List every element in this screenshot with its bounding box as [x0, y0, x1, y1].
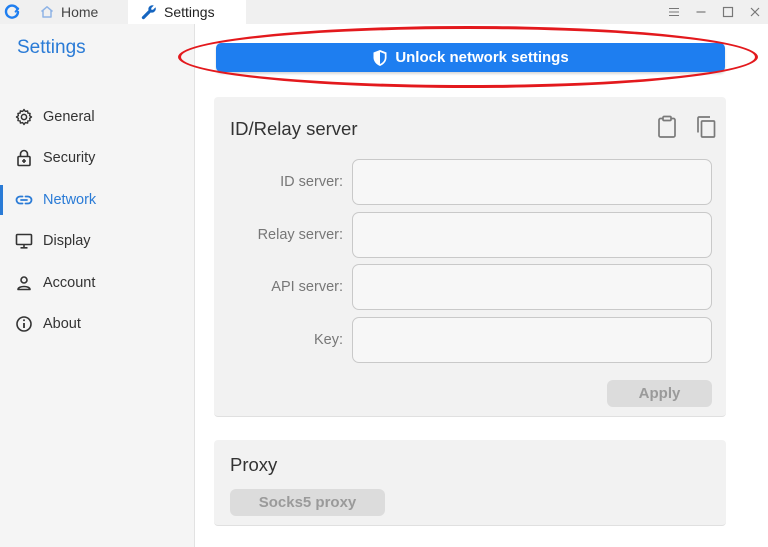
- sidebar-item-security[interactable]: Security: [0, 138, 195, 180]
- id-server-label: ID server:: [280, 174, 343, 190]
- sidebar-item-label: Security: [43, 150, 96, 167]
- sidebar-item-label: Display: [43, 233, 91, 250]
- lock-icon: [15, 149, 33, 167]
- sidebar-item-label: About: [43, 316, 81, 333]
- sidebar-item-label: General: [43, 108, 95, 125]
- socks5-proxy-button[interactable]: Socks5 proxy: [230, 489, 385, 516]
- id-server-row: ID server:: [214, 159, 726, 205]
- shield-icon: [372, 49, 388, 67]
- sidebar: Settings General Security Network Displa…: [0, 24, 195, 547]
- sidebar-item-label: Network: [43, 191, 97, 208]
- card-title: ID/Relay server: [230, 118, 358, 139]
- app-logo-icon: [4, 4, 20, 20]
- unlock-network-settings-button[interactable]: Unlock network settings: [216, 43, 725, 72]
- id-relay-server-card: ID/Relay server ID server: Relay server:…: [214, 97, 726, 417]
- relay-server-input[interactable]: [352, 212, 712, 258]
- monitor-icon: [15, 232, 33, 250]
- close-icon[interactable]: [741, 0, 768, 24]
- person-icon: [15, 274, 33, 292]
- sidebar-item-display[interactable]: Display: [0, 221, 195, 263]
- home-icon: [40, 5, 54, 19]
- proxy-card: Proxy Socks5 proxy: [214, 440, 726, 526]
- sidebar-item-label: Account: [43, 274, 96, 291]
- relay-server-row: Relay server:: [214, 212, 726, 258]
- sidebar-item-about[interactable]: About: [0, 304, 195, 346]
- title-bar: Home Settings: [0, 0, 768, 24]
- key-row: Key:: [214, 317, 726, 363]
- unlock-button-label: Unlock network settings: [395, 49, 569, 66]
- sidebar-title: Settings: [17, 37, 86, 58]
- info-icon: [15, 315, 33, 333]
- id-server-input[interactable]: [352, 159, 712, 205]
- card-title: Proxy: [230, 454, 278, 475]
- tab-settings[interactable]: Settings: [128, 0, 246, 24]
- apply-button[interactable]: Apply: [607, 380, 712, 407]
- clipboard-icon[interactable]: [656, 115, 678, 139]
- minimize-icon[interactable]: [687, 0, 714, 24]
- copy-icon[interactable]: [695, 115, 717, 139]
- sidebar-item-general[interactable]: General: [0, 96, 195, 138]
- api-server-row: API server:: [214, 264, 726, 310]
- api-server-label: API server:: [271, 279, 343, 295]
- link-icon: [15, 191, 33, 209]
- gear-icon: [15, 108, 33, 126]
- wrench-icon: [140, 3, 158, 21]
- window-controls: [660, 0, 768, 24]
- sidebar-nav: General Security Network Display Account…: [0, 96, 195, 345]
- sidebar-item-account[interactable]: Account: [0, 262, 195, 304]
- key-input[interactable]: [352, 317, 712, 363]
- tab-home-label: Home: [61, 4, 99, 20]
- key-label: Key:: [313, 332, 343, 348]
- menu-icon[interactable]: [660, 0, 687, 24]
- sidebar-item-network[interactable]: Network: [0, 179, 195, 221]
- relay-server-label: Relay server:: [257, 227, 343, 243]
- api-server-input[interactable]: [352, 264, 712, 310]
- maximize-icon[interactable]: [714, 0, 741, 24]
- tab-home[interactable]: Home: [30, 0, 128, 24]
- tab-settings-label: Settings: [164, 4, 215, 20]
